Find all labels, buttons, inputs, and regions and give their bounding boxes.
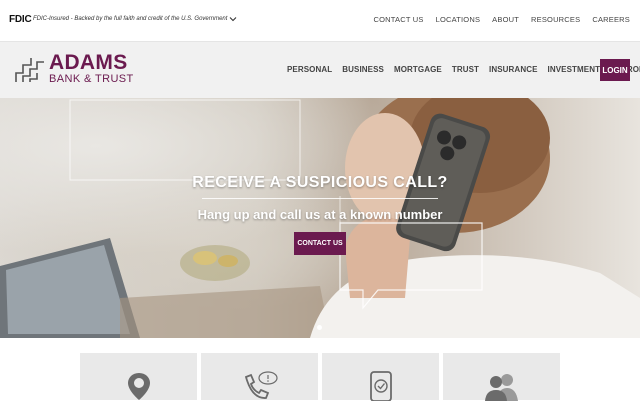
nav-insurance[interactable]: INSURANCE: [489, 65, 537, 74]
fdic-logo: FDIC: [9, 14, 32, 25]
nav-personal[interactable]: PERSONAL: [287, 65, 332, 74]
chevron-down-icon[interactable]: [229, 15, 237, 23]
mobile-check-icon: [369, 371, 392, 401]
util-nav-careers[interactable]: CAREERS: [592, 15, 630, 24]
contact-us-button[interactable]: CONTACT US: [294, 232, 346, 255]
brand-logo-icon[interactable]: [14, 55, 46, 85]
quick-link-card-phone[interactable]: [201, 353, 318, 400]
quick-link-card-mobile[interactable]: [322, 353, 439, 401]
main-header: ADAMS BANK & TRUST PERSONAL BUSINESS MOR…: [0, 42, 640, 98]
utility-nav: CONTACT US LOCATIONS ABOUT RESOURCES CAR…: [374, 15, 630, 24]
hero-banner: RECEIVE A SUSPICIOUS CALL? Hang up and c…: [0, 98, 640, 338]
util-nav-about[interactable]: ABOUT: [492, 15, 519, 24]
main-nav: PERSONAL BUSINESS MORTGAGE TRUST INSURAN…: [287, 65, 640, 74]
phone-alert-icon: [244, 371, 278, 399]
fdic-bar: FDIC FDIC-Insured - Backed by the full f…: [0, 0, 640, 42]
util-nav-locations[interactable]: LOCATIONS: [436, 15, 481, 24]
nav-mortgage[interactable]: MORTGAGE: [394, 65, 442, 74]
location-pin-icon: [127, 373, 150, 400]
brand-name[interactable]: ADAMS: [49, 52, 128, 73]
fdic-text: FDIC-Insured - Backed by the full faith …: [33, 16, 228, 22]
util-nav-contact-us[interactable]: CONTACT US: [374, 15, 424, 24]
carousel-dot[interactable]: [317, 325, 322, 330]
login-button[interactable]: LOGIN: [600, 59, 630, 81]
hero-title: RECEIVE A SUSPICIOUS CALL?: [192, 174, 448, 191]
nav-investments[interactable]: INVESTMENTS: [548, 65, 606, 74]
quick-link-card-users[interactable]: [443, 353, 560, 401]
quick-links: [80, 353, 560, 401]
nav-business[interactable]: BUSINESS: [342, 65, 384, 74]
util-nav-resources[interactable]: RESOURCES: [531, 15, 580, 24]
brand-sub[interactable]: BANK & TRUST: [49, 73, 134, 85]
users-icon: [484, 374, 518, 401]
hero-divider: [202, 198, 438, 199]
nav-trust[interactable]: TRUST: [452, 65, 479, 74]
quick-link-card-locations[interactable]: [80, 353, 197, 400]
hero-subtitle: Hang up and call us at a known number: [197, 207, 443, 222]
